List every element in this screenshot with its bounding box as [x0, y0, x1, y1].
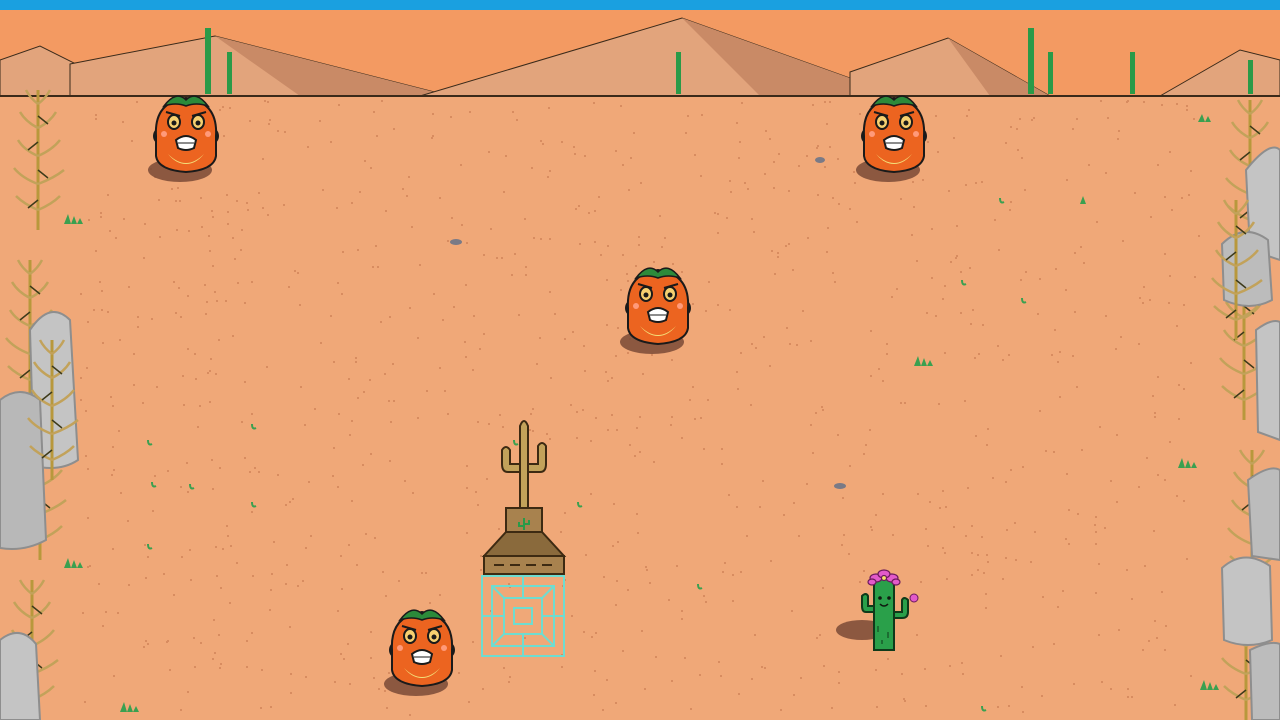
sky-top-strip — [0, 0, 1280, 10]
sand-ground[interactable] — [0, 97, 1280, 720]
game-scene[interactable] — [0, 0, 1280, 720]
